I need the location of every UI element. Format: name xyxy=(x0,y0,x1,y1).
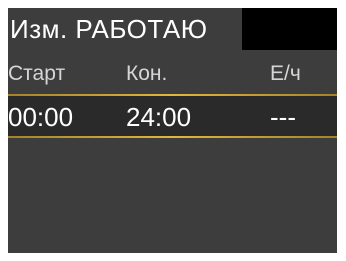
column-header-end: Кон. xyxy=(126,62,168,85)
title-tab: Изм. РАБОТАЮ xyxy=(8,8,242,50)
cell-rate[interactable]: --- xyxy=(270,102,296,132)
cell-end-time[interactable]: 24:00 xyxy=(126,102,191,132)
selection-border-bottom xyxy=(8,136,337,138)
column-header-start: Старт xyxy=(8,62,66,85)
table-row-selected[interactable]: 00:00 24:00 --- xyxy=(8,96,337,136)
title-bar: Изм. РАБОТАЮ xyxy=(8,8,337,50)
screen-title: Изм. РАБОТАЮ xyxy=(10,14,208,44)
device-screen: Изм. РАБОТАЮ Старт Кон. Е/ч 00:00 24:00 … xyxy=(8,8,337,253)
column-header-rate: Е/ч xyxy=(270,62,301,85)
table-header: Старт Кон. Е/ч xyxy=(8,50,337,92)
cell-start-time[interactable]: 00:00 xyxy=(8,102,73,132)
